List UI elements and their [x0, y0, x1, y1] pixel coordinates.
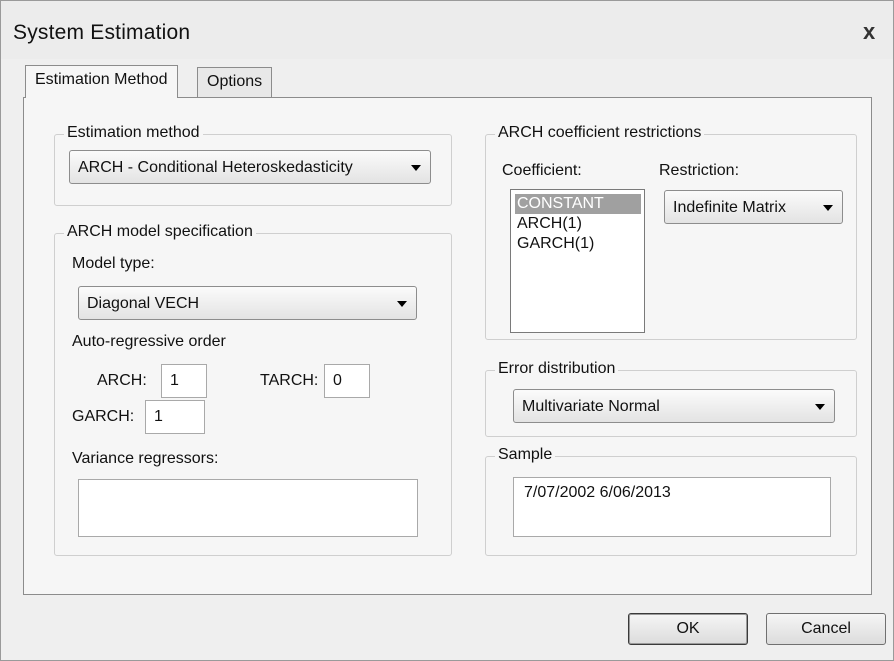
garch-order-label: GARCH: [72, 408, 135, 425]
error-distribution-value: Multivariate Normal [522, 398, 660, 415]
tarch-order-label: TARCH: [260, 372, 319, 389]
error-distribution-legend: Error distribution [495, 360, 619, 378]
title-bar: System Estimation x [1, 1, 893, 59]
variance-regressors-label: Variance regressors: [72, 450, 219, 467]
sample-legend: Sample [495, 446, 556, 464]
coefficient-item-garch-1[interactable]: GARCH(1) [515, 234, 594, 254]
chevron-down-icon [823, 205, 833, 211]
coefficient-label: Coefficient: [502, 162, 582, 179]
close-icon[interactable]: x [863, 19, 875, 45]
system-estimation-dialog: System Estimation x Estimation Method Op… [0, 0, 894, 661]
model-type-value: Diagonal VECH [87, 295, 200, 312]
chevron-down-icon [815, 404, 825, 410]
estimation-method-legend: Estimation method [64, 124, 203, 142]
restriction-label: Restriction: [659, 162, 740, 179]
estimation-method-value: ARCH - Conditional Heteroskedasticity [78, 159, 353, 176]
estimation-method-group: Estimation method ARCH - Conditional Het… [54, 124, 452, 206]
tarch-order-field[interactable]: 0 [324, 364, 370, 398]
cancel-button[interactable]: Cancel [766, 613, 886, 645]
arch-model-specification-legend: ARCH model specification [64, 223, 256, 241]
sample-group: Sample 7/07/2002 6/06/2013 [485, 446, 857, 556]
arch-order-field[interactable]: 1 [161, 364, 207, 398]
arch-coefficient-restrictions-group: ARCH coefficient restrictions Coefficien… [485, 124, 857, 340]
arch-model-specification-group: ARCH model specification Model type: Dia… [54, 223, 452, 556]
tab-options[interactable]: Options [197, 67, 273, 97]
ok-button[interactable]: OK [628, 613, 748, 645]
restriction-value: Indefinite Matrix [673, 199, 786, 216]
coefficient-item-constant[interactable]: CONSTANT [515, 194, 641, 214]
dialog-title: System Estimation [13, 21, 191, 44]
model-type-select[interactable]: Diagonal VECH [78, 286, 417, 320]
sample-field[interactable]: 7/07/2002 6/06/2013 [513, 477, 831, 537]
tab-estimation-method[interactable]: Estimation Method [25, 65, 178, 98]
arch-order-label: ARCH: [97, 372, 147, 389]
restriction-select[interactable]: Indefinite Matrix [664, 190, 843, 224]
tab-panel-estimation-method: Estimation method ARCH - Conditional Het… [23, 97, 872, 595]
model-type-label: Model type: [72, 255, 155, 272]
chevron-down-icon [397, 301, 407, 307]
estimation-method-select[interactable]: ARCH - Conditional Heteroskedasticity [69, 150, 431, 184]
auto-regressive-order-label: Auto-regressive order [72, 333, 226, 350]
coefficient-listbox[interactable]: CONSTANT ARCH(1) GARCH(1) [510, 189, 645, 333]
error-distribution-group: Error distribution Multivariate Normal [485, 360, 857, 437]
error-distribution-select[interactable]: Multivariate Normal [513, 389, 835, 423]
coefficient-item-arch-1[interactable]: ARCH(1) [515, 214, 582, 234]
arch-coefficient-restrictions-legend: ARCH coefficient restrictions [495, 124, 705, 142]
variance-regressors-field[interactable] [78, 479, 418, 537]
chevron-down-icon [411, 165, 421, 171]
garch-order-field[interactable]: 1 [145, 400, 205, 434]
